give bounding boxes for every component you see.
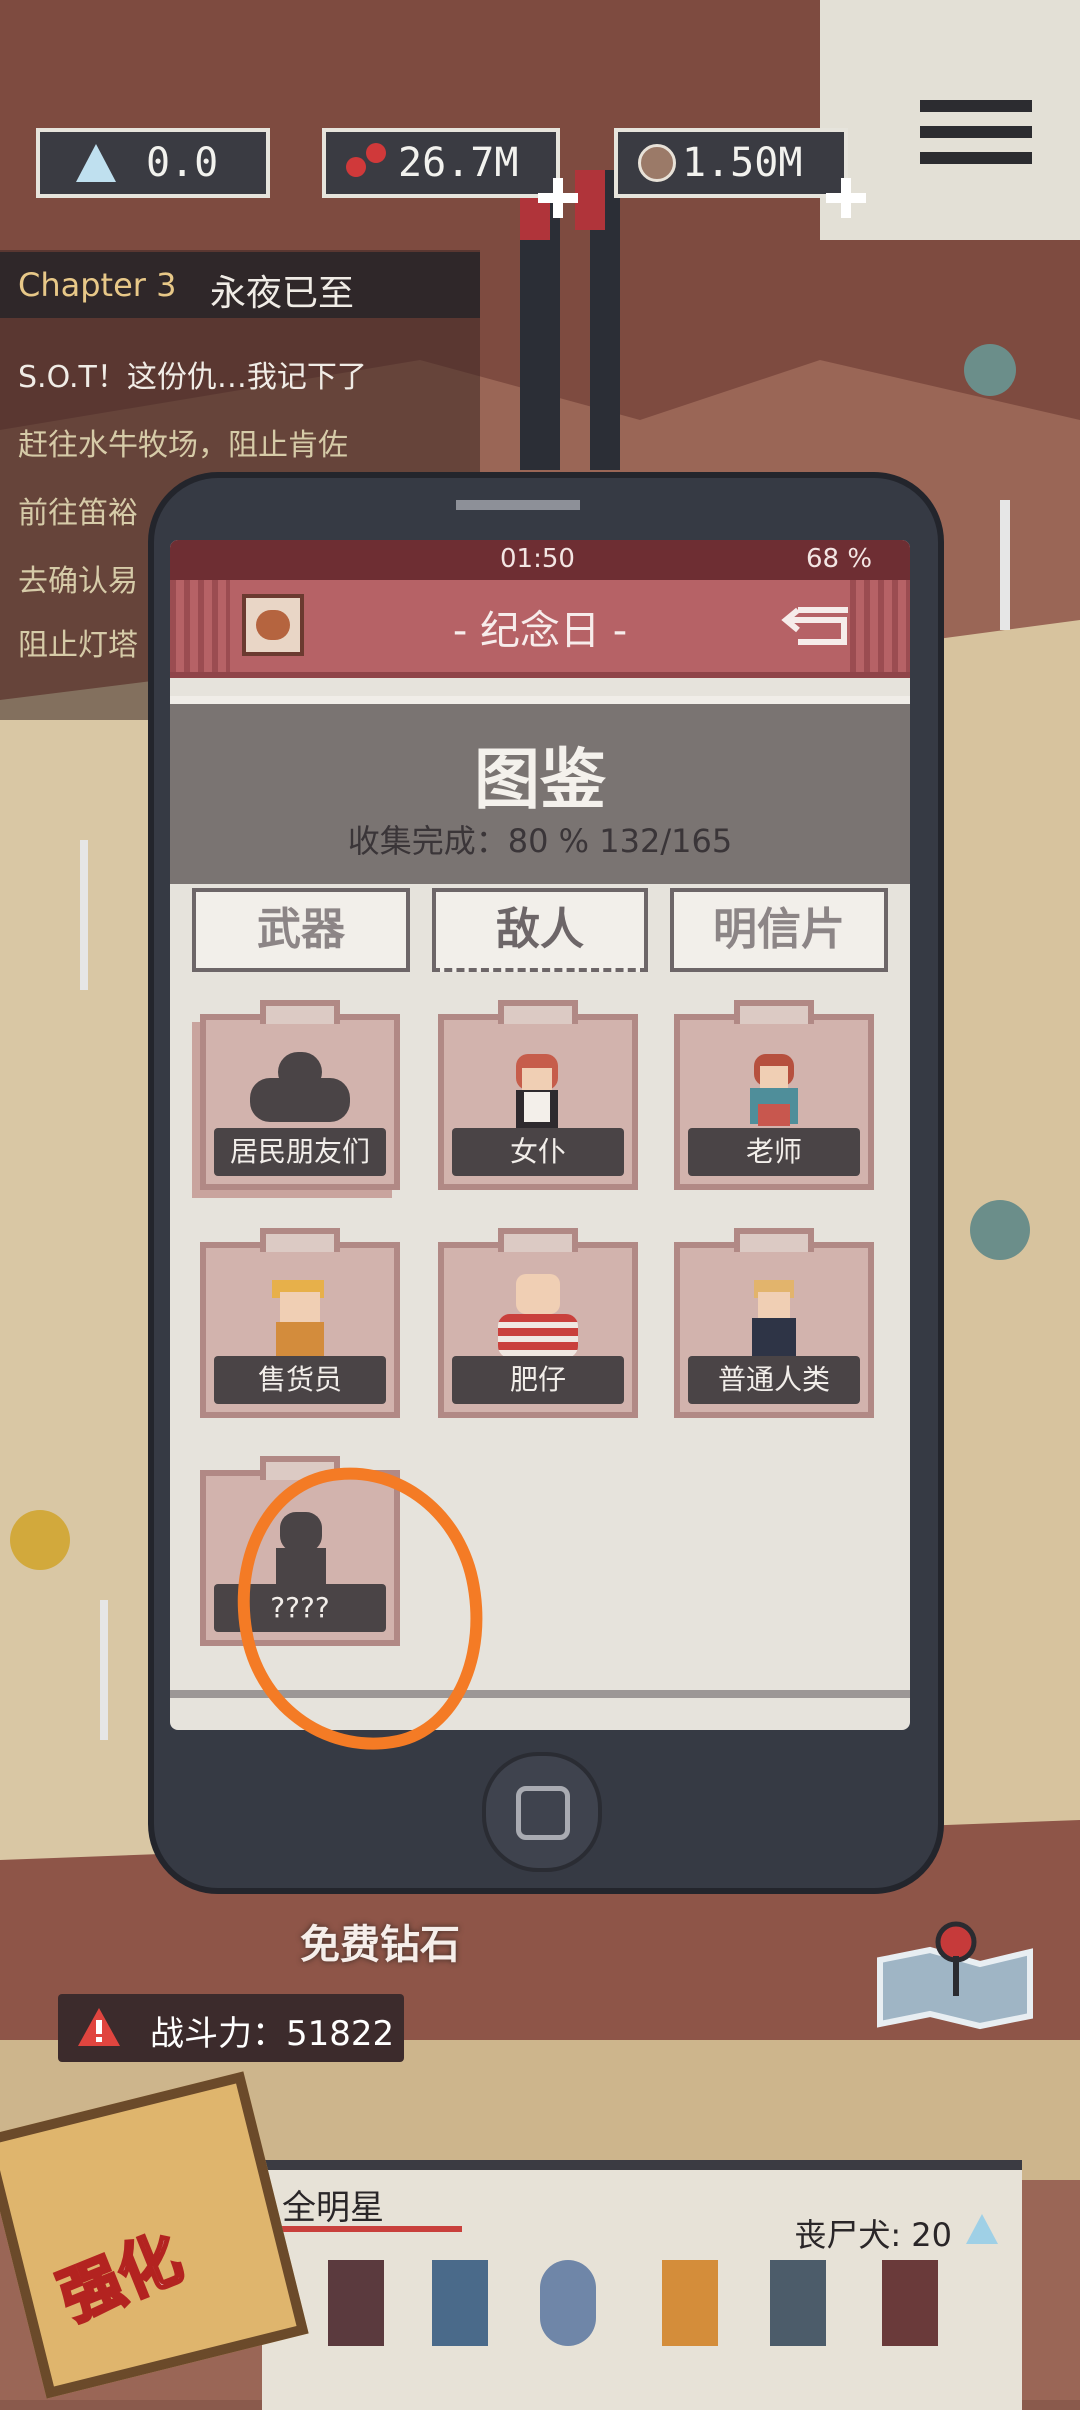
unit-icon[interactable] <box>770 2260 826 2346</box>
status-time: 01:50 <box>500 544 575 574</box>
codex-banner: 图鉴 收集完成：80 % 132/165 <box>170 696 910 884</box>
unit-icon[interactable] <box>432 2260 488 2346</box>
combat-power-value: 战斗力：51822 <box>150 2014 395 2054</box>
enhance-label: 强化 <box>48 2219 193 2336</box>
warning-icon <box>78 2008 120 2046</box>
combat-power: 战斗力：51822 <box>58 1994 404 2062</box>
unit-icon[interactable] <box>328 2260 384 2346</box>
gem-icon <box>966 2214 998 2244</box>
chapter-label: Chapter 3 <box>18 266 177 304</box>
back-arrow-icon <box>781 607 848 645</box>
title-bar: - 纪念日 - <box>170 580 910 678</box>
card-human[interactable]: 普通人类 <box>674 1228 874 1418</box>
chapter-title: 永夜已至 <box>210 273 355 314</box>
quest-item[interactable]: 去确认易 <box>18 556 138 600</box>
card-residents[interactable]: 居民朋友们 <box>200 1000 400 1190</box>
meat-value: 1.50M <box>682 140 803 186</box>
add-meat-button[interactable] <box>826 178 866 218</box>
menu-icon <box>920 100 1032 112</box>
squad-title: 全明星 <box>282 2188 384 2228</box>
tab-enemies[interactable]: 敌人 <box>432 888 648 972</box>
unit-icon[interactable] <box>540 2260 596 2346</box>
phone-speaker <box>456 500 580 510</box>
gem-counter: 0.0 <box>36 128 270 198</box>
collection-progress: 收集完成：80 % 132/165 <box>347 822 733 860</box>
card-label: 售货员 <box>214 1356 386 1404</box>
tab-postcards[interactable]: 明信片 <box>670 888 888 972</box>
gem-icon <box>76 144 116 182</box>
map-pin-icon <box>877 1921 1033 2030</box>
page-title: 图鉴 <box>474 741 606 818</box>
card-fatty[interactable]: 肥仔 <box>438 1228 638 1418</box>
card-label: 普通人类 <box>688 1356 860 1404</box>
card-teacher[interactable]: 老师 <box>674 1000 874 1190</box>
card-maid[interactable]: 女仆 <box>438 1000 638 1190</box>
back-button[interactable] <box>778 602 854 650</box>
tokens-value: 26.7M <box>398 140 519 186</box>
card-label: 居民朋友们 <box>214 1128 386 1176</box>
gem-value: 0.0 <box>146 140 219 186</box>
status-battery: 68 % <box>806 544 873 574</box>
unit-icon[interactable] <box>882 2260 938 2346</box>
unit-icon[interactable] <box>662 2260 718 2346</box>
meat-counter: 1.50M <box>614 128 866 218</box>
quest-item[interactable]: 阻止灯塔 <box>18 620 138 664</box>
status-bar: 01:50 68 % <box>170 540 910 580</box>
map-button[interactable] <box>870 1920 1040 2030</box>
phone-home-button[interactable] <box>482 1752 602 1872</box>
quest-item[interactable]: 赶往水牛牧场，阻止肯佐 <box>18 420 348 464</box>
add-tokens-button[interactable] <box>538 178 578 218</box>
free-diamonds-label[interactable]: 免费钻石 <box>300 1912 460 1970</box>
menu-button[interactable] <box>920 100 1032 200</box>
card-clerk[interactable]: 售货员 <box>200 1228 400 1418</box>
card-label: 肥仔 <box>452 1356 624 1404</box>
squad-panel[interactable]: 全明星 丧尸犬: 20 <box>262 2160 1022 2410</box>
card-label: 老师 <box>688 1128 860 1176</box>
quest-item[interactable]: S.O.T！这份仇…我记下了 <box>18 352 367 396</box>
tab-weapons[interactable]: 武器 <box>192 888 410 972</box>
card-label: 女仆 <box>452 1128 624 1176</box>
tokens-icon <box>346 143 390 183</box>
zombie-dog-count: 丧尸犬: 20 <box>794 2216 952 2254</box>
quest-item[interactable]: 前往笛裕 <box>18 488 138 532</box>
meat-icon <box>638 144 676 182</box>
tokens-counter: 26.7M <box>322 128 578 218</box>
